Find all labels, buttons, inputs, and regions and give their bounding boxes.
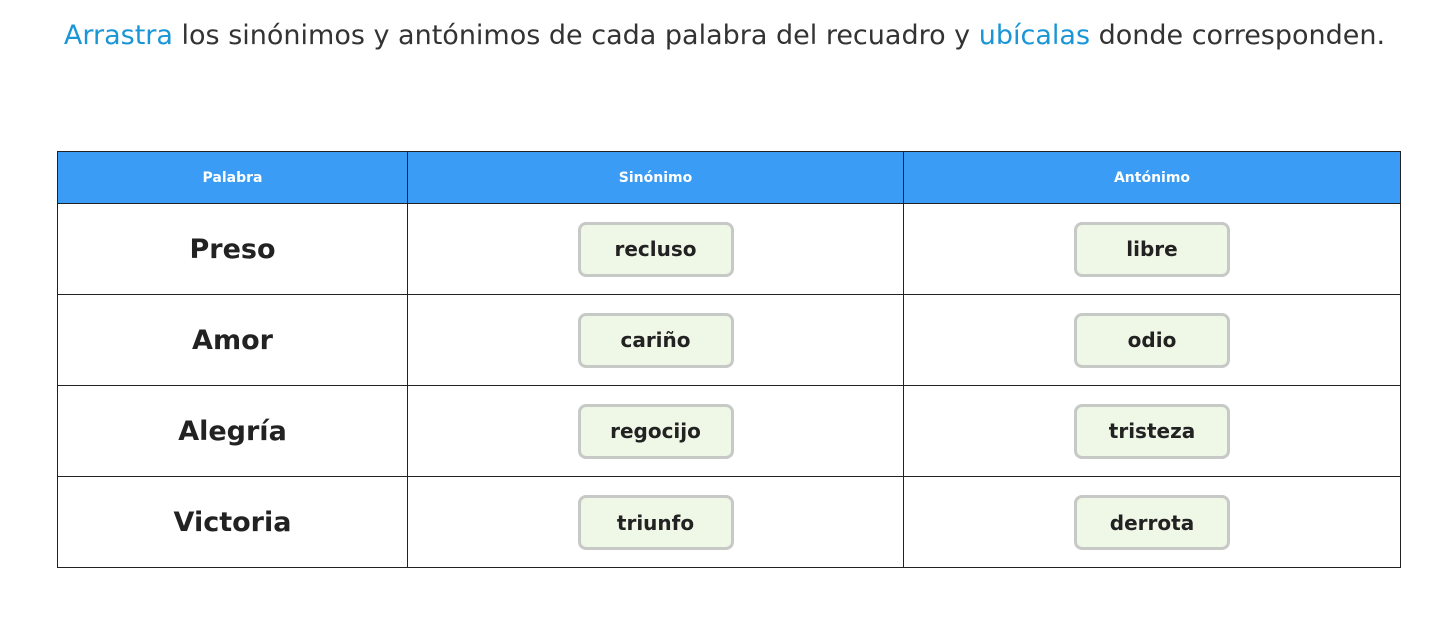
word-cell: Alegría bbox=[58, 386, 408, 476]
instruction-text: Arrastra los sinónimos y antónimos de ca… bbox=[0, 14, 1449, 58]
header-antonym: Antónimo bbox=[1113, 169, 1191, 186]
header-word: Palabra bbox=[58, 152, 408, 203]
table-header-row: Palabra Sinónimo Antónimo bbox=[58, 152, 1400, 204]
word-cell: Victoria bbox=[58, 477, 408, 568]
table-row: Preso recluso libre bbox=[58, 204, 1400, 295]
instruction-tail: donde corresponden. bbox=[1090, 20, 1386, 51]
synonym-chip[interactable]: triunfo bbox=[577, 495, 734, 550]
antonym-drop-zone[interactable]: libre bbox=[904, 204, 1400, 294]
word-cell: Preso bbox=[58, 204, 408, 294]
antonym-drop-zone[interactable]: tristeza bbox=[904, 386, 1400, 476]
instruction-body: los sinónimos y antónimos de cada palabr… bbox=[172, 20, 979, 51]
instruction-keyword-place: ubícalas bbox=[978, 20, 1091, 51]
antonym-chip[interactable]: odio bbox=[1074, 312, 1230, 368]
word-label: Preso bbox=[189, 233, 276, 265]
header-synonym: Sinónimo bbox=[408, 152, 904, 203]
instruction-keyword-drag: Arrastra bbox=[63, 20, 173, 51]
synonym-drop-zone[interactable]: cariño bbox=[408, 295, 904, 385]
table-row: Alegría regocijo tristeza bbox=[58, 386, 1400, 477]
word-label: Victoria bbox=[173, 507, 292, 538]
antonym-drop-zone[interactable]: odio bbox=[904, 295, 1400, 385]
antonym-chip[interactable]: derrota bbox=[1074, 495, 1230, 550]
antonym-drop-zone[interactable]: derrota bbox=[904, 477, 1400, 568]
synonym-chip[interactable]: cariño bbox=[577, 312, 734, 368]
word-cell: Amor bbox=[58, 295, 408, 385]
antonym-chip[interactable]: tristeza bbox=[1074, 403, 1230, 459]
word-label: Alegría bbox=[178, 415, 287, 447]
synonym-drop-zone[interactable]: triunfo bbox=[408, 477, 904, 568]
synonym-drop-zone[interactable]: recluso bbox=[408, 204, 904, 294]
synonym-chip[interactable]: regocijo bbox=[577, 403, 734, 459]
word-label: Amor bbox=[192, 324, 273, 356]
antonym-chip[interactable]: libre bbox=[1074, 221, 1230, 277]
table-row: Amor cariño odio bbox=[58, 295, 1400, 386]
synonym-antonym-table: Palabra Sinónimo Antónimo Preso recluso … bbox=[57, 151, 1401, 568]
synonym-drop-zone[interactable]: regocijo bbox=[408, 386, 904, 476]
table-row: Victoria triunfo derrota bbox=[58, 477, 1400, 568]
synonym-chip[interactable]: recluso bbox=[577, 221, 734, 277]
